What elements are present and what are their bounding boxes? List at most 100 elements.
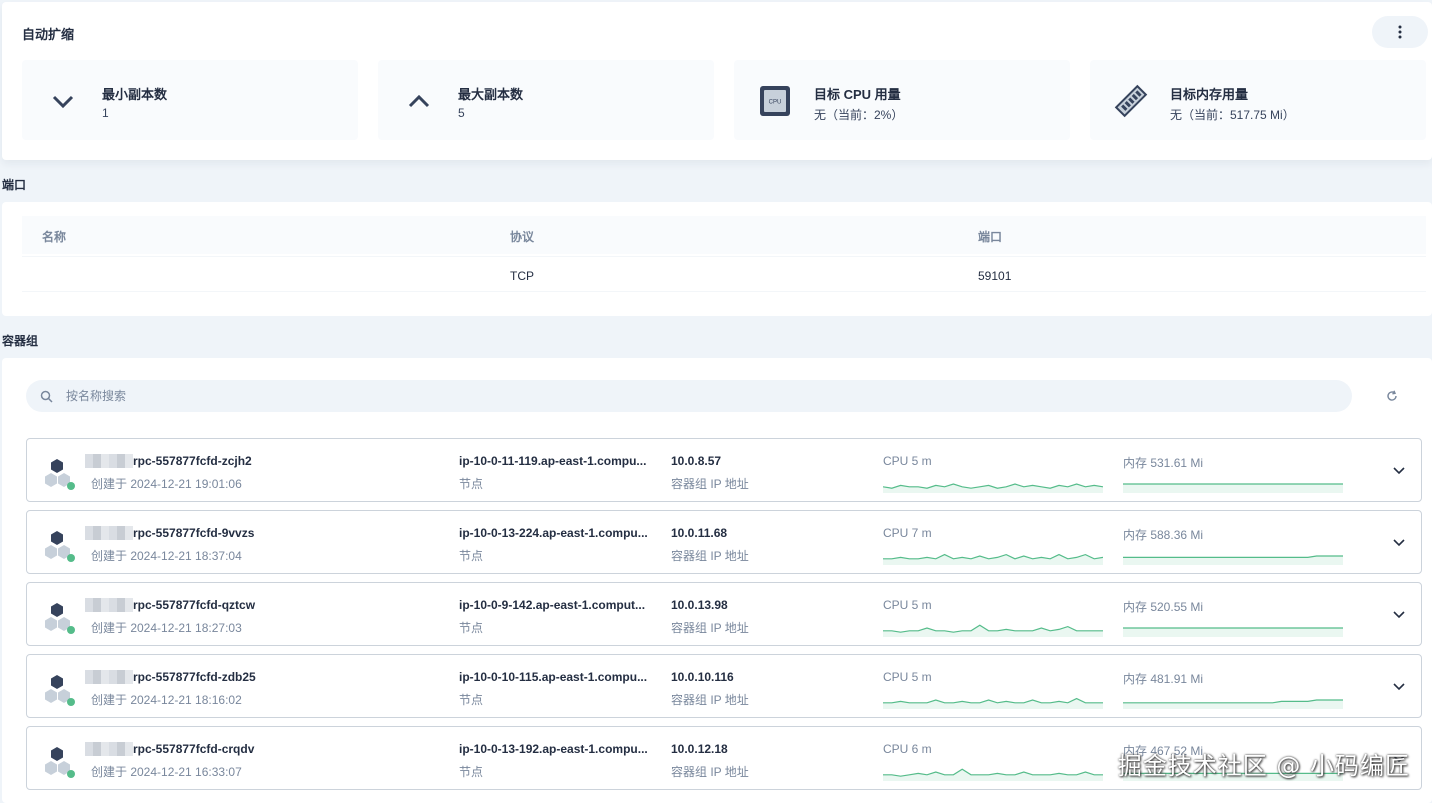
svg-text:CPU: CPU [769,100,782,106]
pod-ip-label: 容器组 IP 地址 [671,549,749,563]
pod-ip: 10.0.11.68 [671,526,728,540]
chevron-down-icon [1393,539,1405,547]
pod-created: 创建于 2024-12-21 19:01:06 [91,477,242,491]
pod-node-label: 节点 [459,765,484,779]
pod-ip-label: 容器组 IP 地址 [671,621,749,635]
stat-min-replicas: 最小副本数 1 [22,60,358,140]
chevron-down-icon [46,84,80,118]
stat-label: 目标内存用量 [1170,87,1249,102]
stat-target-cpu: CPU 目标 CPU 用量 无（当前：2%） [734,60,1070,140]
cpu-icon: CPU [758,84,792,118]
pod-ip: 10.0.8.57 [671,454,722,468]
search-input[interactable] [66,389,1266,403]
stat-label: 最大副本数 [458,87,524,102]
ports-section-title: 端口 [2,178,27,192]
ports-table-header: 名称 协议 端口 [22,216,1426,254]
pod-ip: 10.0.10.116 [671,670,734,684]
pod-icon [45,459,75,490]
pod-node[interactable]: ip-10-0-13-192.ap-east-1.compu... [459,742,655,756]
cpu-sparkline [883,553,1103,565]
redacted-prefix [85,670,133,684]
cpu-sparkline [883,483,1103,493]
stat-target-memory: 目标内存用量 无（当前：517.75 Mi） [1090,60,1426,140]
pods-card: rpc-557877fcfd-zcjh2 创建于 2024-12-21 19:0… [2,358,1432,803]
pod-cpu: CPU 5 m [883,454,932,468]
column-header-protocol: 协议 [510,230,535,244]
redacted-prefix [85,454,133,468]
pod-created: 创建于 2024-12-21 16:33:07 [91,765,242,779]
pod-created: 创建于 2024-12-21 18:27:03 [91,621,242,635]
memory-sparkline [1123,555,1343,565]
sparkline-area [883,554,1103,565]
pod-row[interactable]: rpc-557877fcfd-9vvzs 创建于 2024-12-21 18:3… [26,510,1422,574]
memory-sparkline [1123,627,1343,637]
search-icon [40,389,54,403]
pod-created: 创建于 2024-12-21 18:16:02 [91,693,242,707]
pod-node[interactable]: ip-10-0-10-115.ap-east-1.compu... [459,670,655,684]
pod-name[interactable]: rpc-557877fcfd-crqdv [133,742,254,756]
pod-memory: 内存 588.36 Mi [1123,528,1204,542]
pod-node-label: 节点 [459,549,484,563]
pod-created: 创建于 2024-12-21 18:37:04 [91,549,242,563]
pod-node[interactable]: ip-10-0-11-119.ap-east-1.compu... [459,454,655,468]
expand-button[interactable] [1389,605,1409,625]
pod-cpu: CPU 6 m [883,742,932,756]
cpu-sparkline [883,697,1103,709]
pod-name[interactable]: rpc-557877fcfd-qztcw [133,598,255,612]
pod-icon [45,747,75,778]
chevron-up-icon [402,84,436,118]
chevron-down-icon [1393,467,1405,475]
sparkline-line [883,553,1103,560]
pod-cpu: CPU 5 m [883,670,932,684]
cpu-sparkline [883,768,1103,781]
chevron-down-icon [1393,683,1405,691]
stat-max-replicas: 最大副本数 5 [378,60,714,140]
pod-icon [45,675,75,706]
stat-label: 最小副本数 [102,87,168,102]
table-row: TCP 59101 [22,256,1426,292]
pod-node-label: 节点 [459,693,484,707]
pod-node-label: 节点 [459,621,484,635]
stat-value: 1 [102,106,109,120]
redacted-prefix [85,742,133,756]
pods-section-title: 容器组 [2,334,39,348]
pod-node[interactable]: ip-10-0-9-142.ap-east-1.comput... [459,598,655,612]
redacted-prefix [85,526,133,540]
pod-row[interactable]: rpc-557877fcfd-zcjh2 创建于 2024-12-21 19:0… [26,438,1422,502]
pod-ip-label: 容器组 IP 地址 [671,693,749,707]
pod-node-label: 节点 [459,477,484,491]
more-vertical-icon [1398,25,1402,39]
stat-value: 无（当前：2%） [814,108,904,122]
column-header-name: 名称 [42,230,67,244]
pod-icon [45,531,75,562]
memory-sparkline [1123,483,1343,493]
ports-card: 名称 协议 端口 TCP 59101 [2,202,1432,316]
column-header-port: 端口 [978,230,1003,244]
refresh-button[interactable] [1382,386,1402,406]
pod-name[interactable]: rpc-557877fcfd-zcjh2 [133,454,252,468]
sparkline-area [883,484,1103,493]
pod-row[interactable]: rpc-557877fcfd-zdb25 创建于 2024-12-21 18:1… [26,654,1422,718]
autoscale-title: 自动扩缩 [22,27,75,42]
expand-button[interactable] [1389,533,1409,553]
pod-name[interactable]: rpc-557877fcfd-zdb25 [133,670,256,684]
cpu-sparkline [883,624,1103,637]
more-options-button[interactable] [1372,16,1428,48]
pod-cpu: CPU 5 m [883,598,932,612]
pod-node[interactable]: ip-10-0-13-224.ap-east-1.compu... [459,526,655,540]
watermark: 掘金技术社区 @ 小码编匠 [1117,752,1410,780]
stat-value: 无（当前：517.75 Mi） [1170,108,1295,122]
pod-memory: 内存 531.61 Mi [1123,456,1204,470]
pod-row[interactable]: rpc-557877fcfd-qztcw 创建于 2024-12-21 18:2… [26,582,1422,646]
search-bar [26,380,1352,412]
pod-name[interactable]: rpc-557877fcfd-9vvzs [133,526,254,540]
pod-cpu: CPU 7 m [883,526,932,540]
expand-button[interactable] [1389,677,1409,697]
pod-ip-label: 容器组 IP 地址 [671,477,749,491]
sparkline-area [1123,628,1343,637]
memory-sparkline [1123,699,1343,709]
pod-ip: 10.0.13.98 [671,598,728,612]
memory-icon [1114,84,1148,118]
sparkline-area [1123,484,1343,493]
expand-button[interactable] [1389,461,1409,481]
